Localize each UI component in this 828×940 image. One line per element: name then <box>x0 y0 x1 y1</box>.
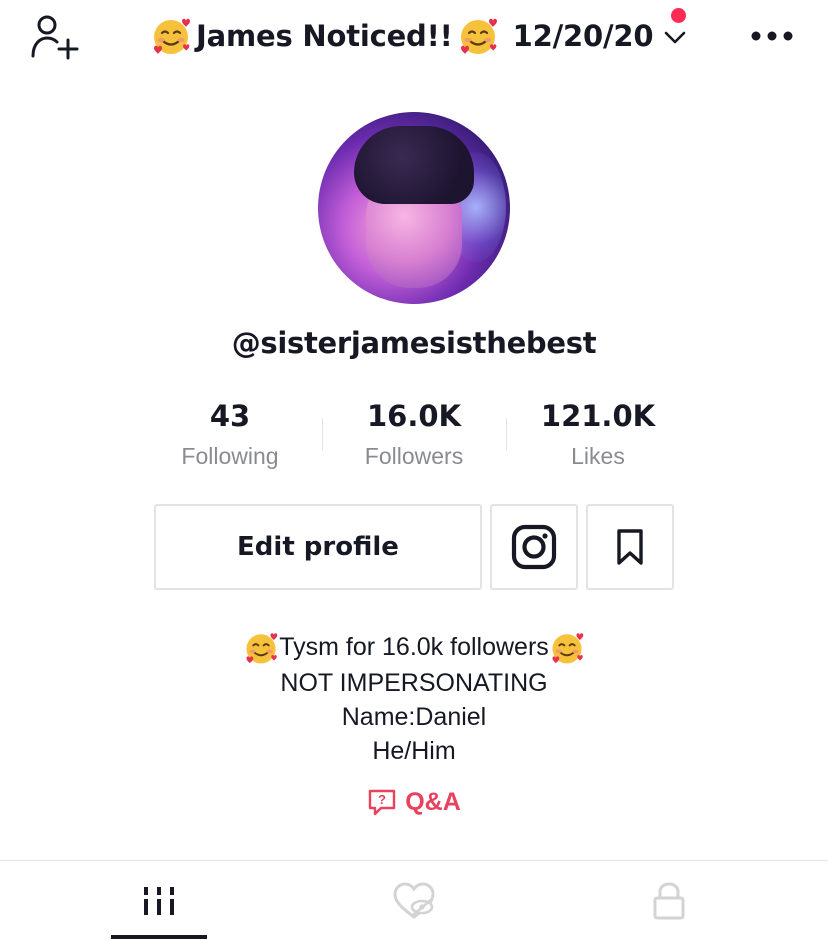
bio: Tysm for 16.0k followers NOT IMPERSONATI… <box>0 630 828 768</box>
smiling-face-with-hearts-icon <box>460 18 497 54</box>
top-bar: James Noticed!! 12/20/20 <box>0 0 828 72</box>
active-tab-indicator <box>111 935 207 939</box>
followers-count: 16.0K <box>366 399 462 433</box>
account-title: James Noticed!! <box>196 19 453 53</box>
edit-profile-button[interactable]: Edit profile <box>154 504 482 590</box>
stat-likes[interactable]: 121.0K Likes <box>506 396 690 474</box>
username: @sisterjamesisthebest <box>231 326 597 360</box>
question-bubble-icon: ? <box>369 789 396 816</box>
instagram-icon <box>511 524 557 570</box>
bio-line-4: He/Him <box>372 737 456 766</box>
person-add-icon <box>31 15 79 60</box>
bio-line-2: NOT IMPERSONATING <box>280 669 548 698</box>
lock-icon <box>653 881 685 919</box>
tab-private[interactable] <box>531 861 807 940</box>
favorites-button[interactable] <box>586 504 674 590</box>
avatar-hair <box>354 126 474 204</box>
add-user-button[interactable] <box>30 14 80 60</box>
more-options-button[interactable] <box>748 26 796 46</box>
ellipsis-icon <box>751 31 793 41</box>
likes-count: 121.0K <box>540 399 656 433</box>
profile-tabs <box>0 861 828 940</box>
bio-line-1: Tysm for 16.0k followers <box>0 630 828 666</box>
chevron-down-icon <box>665 31 686 44</box>
profile-stats: 43 Following 16.0K Followers 121.0K Like… <box>138 396 690 476</box>
following-count: 43 <box>209 399 251 433</box>
grid-bars-icon <box>144 886 174 915</box>
followers-label: Followers <box>364 443 464 469</box>
tab-videos[interactable] <box>21 861 297 940</box>
bio-line-1-text: Tysm for 16.0k followers <box>279 633 549 661</box>
bio-line-3: Name:Daniel <box>341 703 487 732</box>
smiling-face-with-hearts-icon <box>154 18 190 54</box>
stat-following[interactable]: 43 Following <box>138 396 322 474</box>
likes-label: Likes <box>571 443 625 469</box>
heart-hidden-icon <box>393 881 435 919</box>
qa-label: Q&A <box>405 787 461 816</box>
svg-text:?: ? <box>378 792 386 807</box>
smiling-face-with-hearts-icon <box>246 633 278 664</box>
notification-dot <box>671 8 686 23</box>
account-title-date: 12/20/20 <box>512 19 654 53</box>
tab-liked[interactable] <box>276 861 552 940</box>
qa-link[interactable]: ? Q&A <box>0 784 828 820</box>
stat-followers[interactable]: 16.0K Followers <box>322 396 506 474</box>
avatar[interactable] <box>318 112 510 304</box>
smiling-face-with-hearts-icon <box>552 633 584 664</box>
account-switcher[interactable]: James Noticed!! 12/20/20 <box>150 12 687 60</box>
instagram-button[interactable] <box>490 504 578 590</box>
following-label: Following <box>181 443 279 469</box>
bookmark-icon <box>617 529 643 565</box>
